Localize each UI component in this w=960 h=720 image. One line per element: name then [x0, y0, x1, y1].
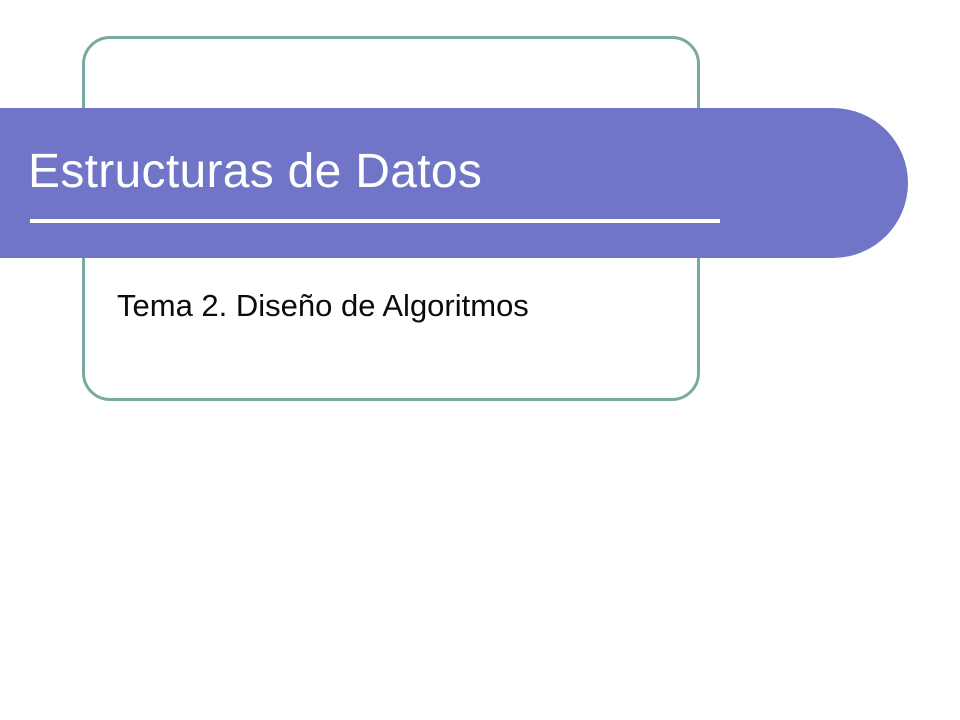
title-banner: Estructuras de Datos [0, 108, 908, 258]
slide-title: Estructuras de Datos [28, 144, 908, 199]
title-underline [30, 219, 720, 223]
slide-subtitle: Tema 2. Diseño de Algoritmos [117, 288, 529, 324]
